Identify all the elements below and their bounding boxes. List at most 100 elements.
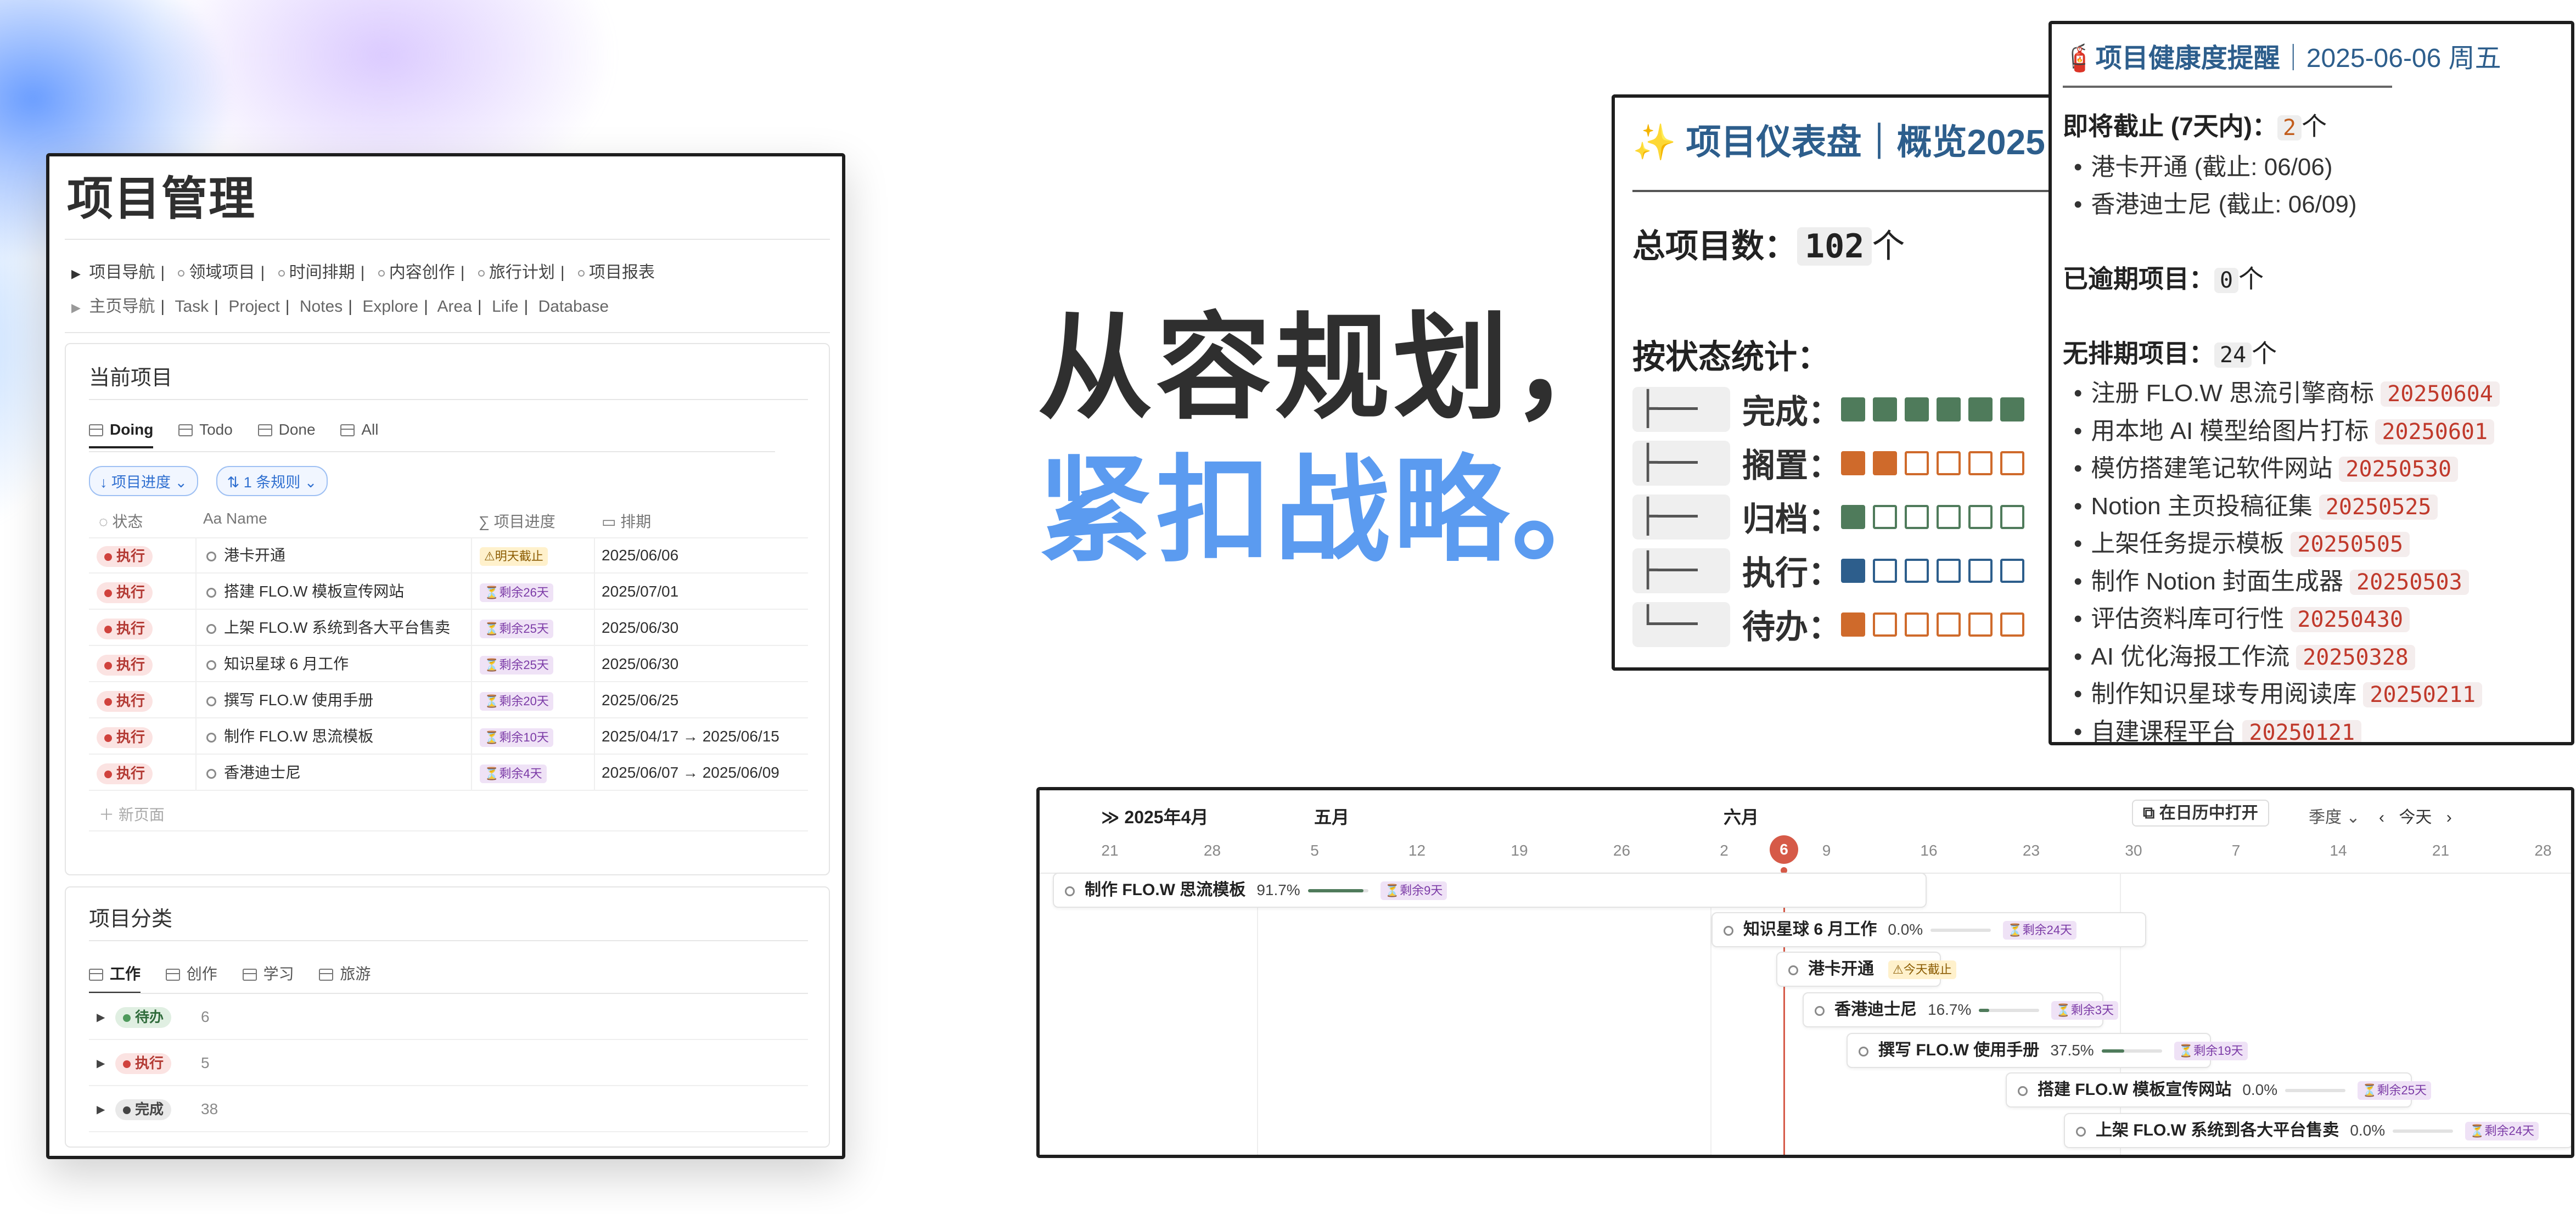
column-header-progress[interactable]: ∑ 项目进度 (479, 510, 555, 532)
project-health-panel: 🧯项目健康度提醒｜2025-06-06 周五 即将截止 (7天内)：2个 港卡开… (2049, 21, 2574, 745)
timeline-bar[interactable]: 撰写 FLO.W 使用手册 37.5% ⏳剩余19天 (1847, 1033, 2248, 1068)
unscheduled-item[interactable]: AI 优化海报工作流20250328 (2074, 637, 2415, 672)
nav-link[interactable]: 时间排期 (289, 263, 355, 282)
next-arrow-icon[interactable]: › (2446, 808, 2452, 827)
project-name[interactable]: 港卡开通 (224, 547, 285, 564)
expand-caret-icon[interactable]: ▶ (97, 1103, 105, 1116)
project-name[interactable]: 搭建 FLO.W 模板宣传网站 (224, 583, 404, 600)
nav-link[interactable]: Area (437, 297, 472, 316)
empty-square-icon (1968, 612, 1993, 637)
table-icon (178, 424, 193, 436)
table-row[interactable]: 执行 香港迪士尼 ⏳剩余4天 2025/06/07 → 2025/06/09 (89, 755, 808, 791)
deadline-badge: ⏳剩余24天 (2003, 921, 2077, 940)
tab-creation[interactable]: 创作 (165, 962, 217, 992)
timeline-header: ≫ 2025年4月 五月 六月 21 28 5 12 19 26 2 9 16 23 30 7 14 21… (1040, 790, 2571, 874)
category-group-row[interactable]: ▶ 待办 6 (89, 995, 808, 1040)
table-row[interactable]: 执行 知识星球 6 月工作 ⏳剩余25天 2025/06/30 (89, 646, 808, 682)
due-item[interactable]: 港卡开通 (截止: 06/06) (2074, 147, 2332, 182)
expand-caret-icon[interactable]: ▶ (97, 1010, 105, 1024)
date-tag: 20250601 (2375, 419, 2495, 445)
status-pill[interactable]: 执行 (97, 618, 153, 639)
unscheduled-item[interactable]: 评估资料库可行性20250430 (2074, 599, 2410, 634)
column-header-schedule[interactable]: ▭ 排期 (602, 510, 651, 532)
group-status-pill: 完成 (115, 1099, 172, 1120)
nav-link[interactable]: 主页导航 (89, 297, 155, 316)
tab-study[interactable]: 学习 (242, 962, 294, 992)
table-row[interactable]: 执行 上架 FLO.W 系统到各大平台售卖 ⏳剩余25天 2025/06/30 (89, 610, 808, 646)
project-name[interactable]: 制作 FLO.W 思流模板 (224, 728, 373, 745)
nav-link[interactable]: 旅行计划 (489, 263, 555, 282)
column-header-status[interactable]: ◌ 状态 (99, 510, 143, 532)
column-header-name[interactable]: Aa Name (203, 510, 267, 527)
nav-link[interactable]: 项目导航 (89, 263, 155, 282)
status-pill[interactable]: 执行 (97, 727, 153, 748)
status-pill[interactable]: 执行 (97, 690, 153, 712)
unscheduled-item[interactable]: 自建课程平台20250121 (2074, 712, 2362, 742)
nav-link[interactable]: Task (175, 297, 209, 316)
nav-link[interactable]: 项目报表 (589, 263, 655, 282)
progress-bar (2393, 1129, 2454, 1133)
range-select[interactable]: 季度 ⌄ (2309, 803, 2360, 828)
today-button[interactable]: 今天 (2399, 808, 2432, 827)
status-pill[interactable]: 执行 (97, 654, 153, 676)
page-icon (206, 769, 216, 779)
unscheduled-item[interactable]: Notion 主页投稿征集20250525 (2074, 486, 2438, 521)
nav-link[interactable]: Notes (300, 297, 343, 316)
nav-link[interactable]: Project (228, 297, 279, 316)
nav-link[interactable]: 内容创作 (389, 263, 455, 282)
nav-link[interactable]: Explore (362, 297, 418, 316)
unscheduled-item[interactable]: 制作知识星球专用阅读库20250211 (2074, 674, 2483, 709)
status-row: ├── 归档： (1632, 493, 2032, 542)
unscheduled-item[interactable]: 用本地 AI 模型给图片打标20250601 (2074, 411, 2495, 446)
toggle-triangle-icon[interactable]: ▶ (71, 267, 85, 281)
day-tick: 28 (1203, 842, 1221, 859)
filter-rule-chip[interactable]: ⇅ 1 条规则 ⌄ (216, 466, 328, 496)
prev-arrow-icon[interactable]: ‹ (2379, 808, 2384, 827)
status-pill[interactable]: 执行 (97, 546, 153, 567)
status-pill[interactable]: 执行 (97, 763, 153, 784)
table-row[interactable]: 执行 撰写 FLO.W 使用手册 ⏳剩余20天 2025/06/25 (89, 682, 808, 718)
toggle-triangle-icon[interactable]: ▶ (71, 301, 85, 315)
deadline-badge: ⚠今天截止 (1888, 960, 1956, 980)
month-label: ≫ 2025年4月 (1101, 807, 1209, 827)
timeline-bar[interactable]: 上架 FLO.W 系统到各大平台售卖 0.0% ⏳剩余24天 (2064, 1113, 2571, 1148)
due-item[interactable]: 香港迪士尼 (截止: 06/09) (2074, 184, 2356, 220)
table-row[interactable]: 执行 搭建 FLO.W 模板宣传网站 ⏳剩余26天 2025/07/01 (89, 574, 808, 610)
expand-caret-icon[interactable]: ▶ (97, 1056, 105, 1070)
timeline-bar[interactable]: 香港迪士尼 16.7% ⏳剩余3天 (1803, 992, 2119, 1027)
table-row[interactable]: 执行 港卡开通 ⚠明天截止 2025/06/06 (89, 537, 808, 574)
open-in-calendar-button[interactable]: ⧉ 在日历中打开 (2132, 800, 2269, 827)
timeline-bar[interactable]: 港卡开通 ⚠今天截止 (1776, 952, 1956, 987)
status-pill[interactable]: 执行 (97, 582, 153, 603)
category-group-row[interactable]: ▶ 完成 38 (89, 1087, 808, 1132)
tab-all[interactable]: All (340, 421, 378, 446)
unscheduled-item[interactable]: 模仿搭建笔记软件网站20250530 (2074, 448, 2459, 484)
timeline-bar[interactable]: 知识星球 6 月工作 0.0% ⏳剩余24天 (1711, 912, 2146, 947)
date-tag: 20250503 (2350, 569, 2469, 595)
status-label: 归档： (1742, 501, 1841, 538)
tab-done[interactable]: Done (257, 421, 316, 446)
tab-todo[interactable]: Todo (178, 421, 233, 446)
sort-progress-chip[interactable]: ↓ 项目进度 ⌄ (89, 466, 199, 496)
unscheduled-item[interactable]: 制作 Notion 封面生成器20250503 (2074, 561, 2469, 597)
nav-link[interactable]: 领域项目 (189, 263, 255, 282)
timeline-bar[interactable]: 搭建 FLO.W 模板宣传网站 0.0% ⏳剩余25天 (2006, 1072, 2432, 1108)
tab-doing[interactable]: Doing (89, 421, 154, 448)
project-name[interactable]: 上架 FLO.W 系统到各大平台售卖 (224, 619, 450, 636)
total-projects: 总项目数： 102 个 (1632, 227, 1905, 266)
unscheduled-item[interactable]: 上架任务提示模板20250505 (2074, 524, 2410, 559)
empty-square-icon (2000, 612, 2024, 637)
nav-link[interactable]: Database (538, 297, 609, 316)
unscheduled-item[interactable]: 注册 FLO.W 思流引擎商标20250604 (2074, 373, 2500, 408)
table-row[interactable]: 执行 制作 FLO.W 思流模板 ⏳剩余10天 2025/04/17 → 2025/0… (89, 718, 808, 755)
day-tick: 5 (1310, 842, 1319, 859)
tab-travel[interactable]: 旅游 (319, 962, 371, 992)
category-group-row[interactable]: ▶ 执行 5 (89, 1041, 808, 1086)
project-name[interactable]: 撰写 FLO.W 使用手册 (224, 692, 373, 709)
project-name[interactable]: 香港迪士尼 (224, 764, 301, 781)
new-page-button[interactable]: ＋ 新页面 (99, 803, 165, 825)
tab-work[interactable]: 工作 (89, 962, 141, 994)
timeline-bar[interactable]: 制作 FLO.W 思流模板 91.7% ⏳剩余9天 (1053, 873, 1927, 908)
nav-link[interactable]: Life (492, 297, 518, 316)
project-name[interactable]: 知识星球 6 月工作 (224, 655, 349, 672)
